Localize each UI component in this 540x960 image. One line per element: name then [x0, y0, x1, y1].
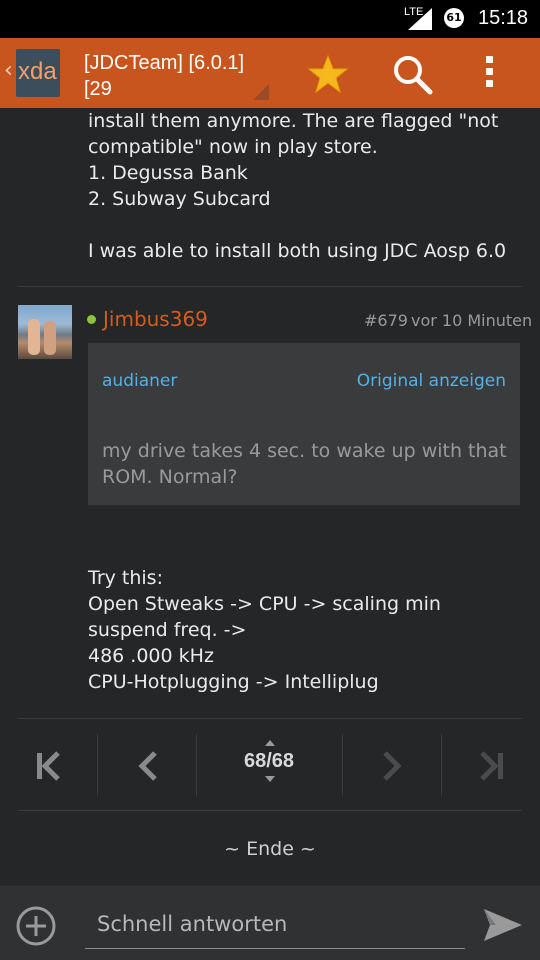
post-line: Open Stweaks -> CPU -> scaling min — [88, 593, 441, 615]
post-line: suspend freq. -> — [88, 619, 247, 641]
last-page-icon[interactable] — [478, 746, 506, 786]
post-divider — [18, 286, 522, 287]
post-username[interactable]: Jimbus369 — [103, 307, 208, 331]
previous-page-icon[interactable] — [134, 746, 162, 786]
page-up-indicator — [265, 740, 275, 746]
quick-reply-bar — [0, 886, 540, 960]
clock: 15:18 — [478, 7, 529, 29]
post-line: 486 .000 kHz — [88, 645, 214, 667]
quote-text: my drive takes 4 sec. to wake up with th… — [102, 440, 507, 488]
logo-text: xda — [18, 58, 57, 85]
next-page-icon[interactable] — [378, 746, 406, 786]
show-original-link[interactable]: Original anzeigen — [357, 371, 506, 391]
post-body: Try this: Open Stweaks -> CPU -> scaling… — [88, 565, 528, 695]
post-line: 1. Degussa Bank — [88, 162, 248, 184]
online-status-icon — [87, 315, 96, 324]
app-bar: ‹ xda [JDCTeam] [6.0.1][29 — [0, 38, 540, 108]
dropdown-corner-icon[interactable] — [253, 84, 269, 100]
thread-title[interactable]: [JDCTeam] [6.0.1][29 — [84, 50, 264, 102]
first-page-icon[interactable] — [34, 746, 62, 786]
end-marker: ~ Ende ~ — [224, 838, 316, 860]
post-line: I was able to install both using JDC Aos… — [88, 240, 507, 262]
post-number: #679 — [364, 311, 408, 330]
post-line: install them anymore. The are flagged "n… — [88, 110, 499, 132]
status-bar: LTE 61 15:18 — [0, 0, 540, 38]
post-line: Try this: — [88, 567, 163, 589]
pagination-bar: 68/68 — [0, 718, 540, 810]
quick-reply-input[interactable] — [85, 900, 465, 949]
quote-box: audianer Original anzeigen my drive take… — [88, 343, 520, 506]
back-chevron-icon[interactable]: ‹ — [4, 58, 13, 83]
signal-icon — [408, 8, 432, 30]
send-icon[interactable] — [482, 907, 524, 943]
search-icon[interactable] — [392, 54, 434, 96]
post-line: 2. Subway Subcard — [88, 188, 271, 210]
add-circle-icon[interactable] — [15, 905, 57, 947]
avatar[interactable] — [18, 305, 72, 359]
previous-post-body: install them anymore. The are flagged "n… — [88, 108, 528, 264]
page-down-indicator — [265, 776, 275, 782]
star-icon[interactable] — [308, 54, 348, 94]
post-time: vor 10 Minuten — [411, 311, 533, 330]
overflow-menu-icon[interactable] — [486, 56, 493, 92]
page-indicator[interactable]: 68/68 — [224, 750, 314, 773]
battery-icon: 61 — [444, 8, 464, 28]
xda-logo[interactable]: xda — [16, 49, 60, 97]
pagination-divider — [18, 810, 522, 811]
post-line: CPU-Hotplugging -> Intelliplug — [88, 671, 379, 693]
quote-author[interactable]: audianer — [102, 371, 177, 391]
post-line: compatible" now in play store. — [88, 136, 378, 158]
